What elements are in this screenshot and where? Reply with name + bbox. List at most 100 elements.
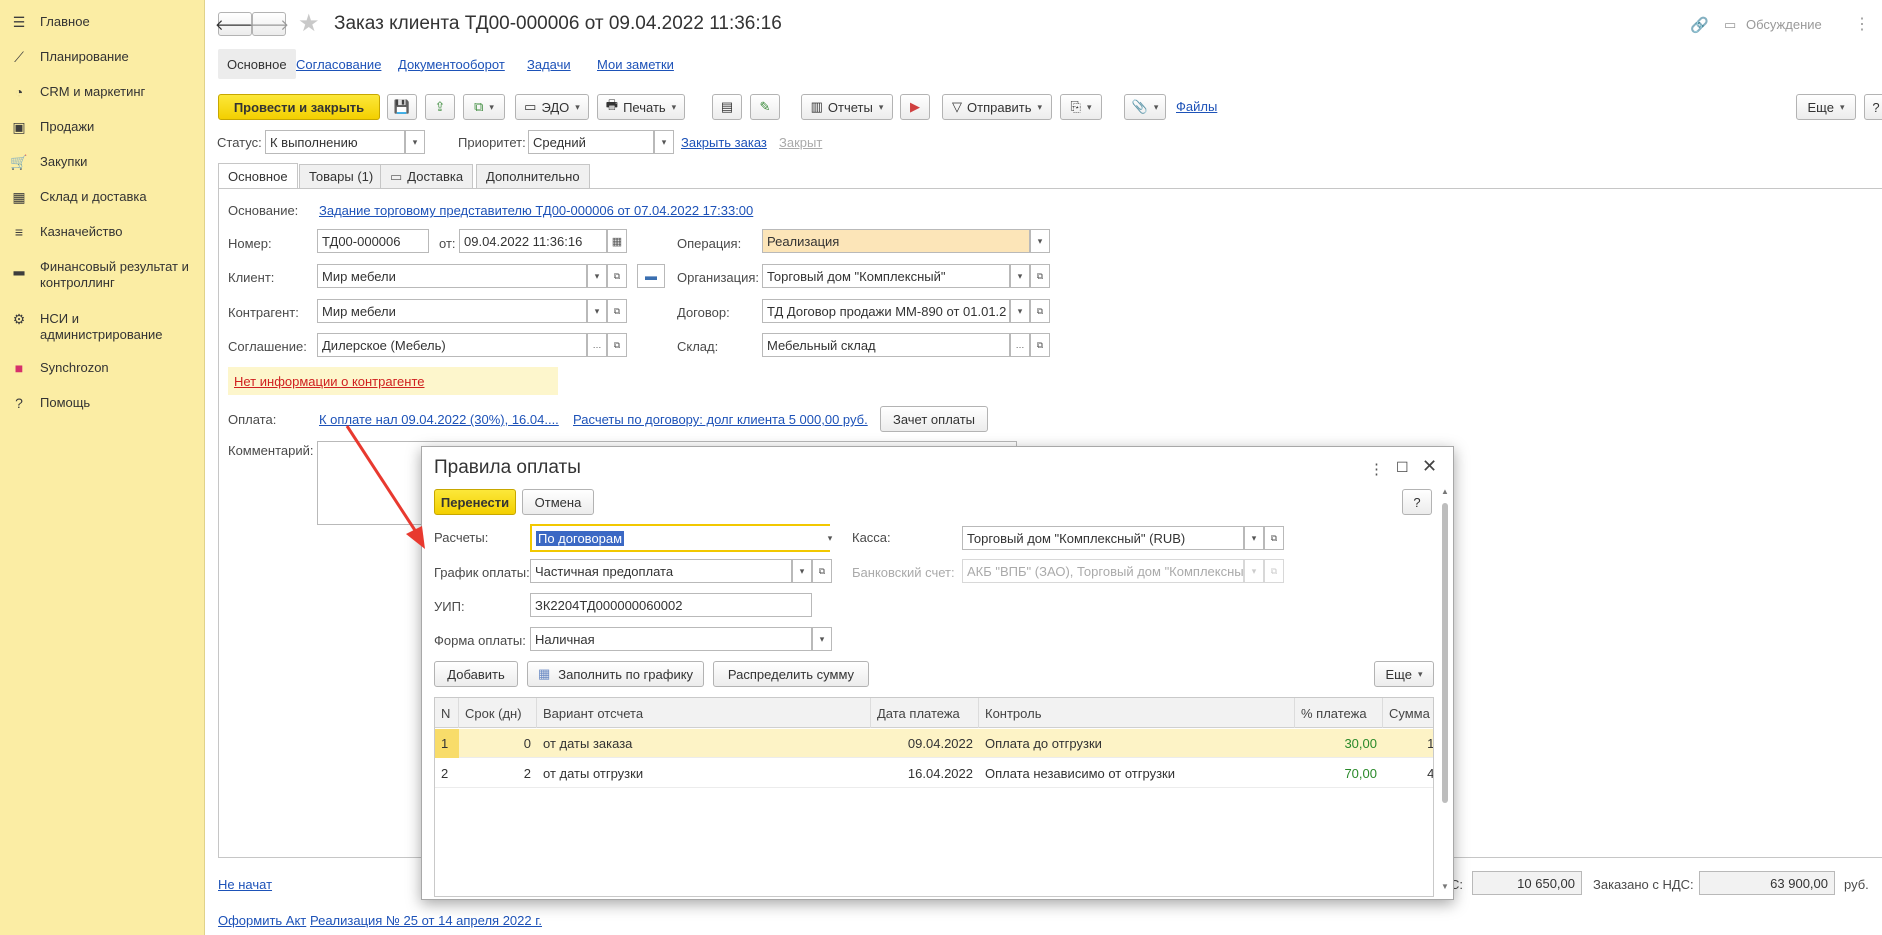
add-button[interactable]: Добавить: [434, 661, 518, 687]
sidebar-item-5[interactable]: 🛒 Закупки: [0, 154, 205, 170]
distribute-sum-button[interactable]: Распределить сумму: [713, 661, 869, 687]
calendar-icon[interactable]: ▦: [607, 229, 627, 253]
realization-link[interactable]: Реализация № 25 от 14 апреля 2022 г.: [310, 913, 542, 928]
back-button[interactable]: 🡐: [215, 12, 255, 36]
fill-by-schedule-button[interactable]: ▦ Заполнить по графику: [527, 661, 704, 687]
forward-button[interactable]: 🡒: [249, 12, 289, 36]
scroll-down-icon[interactable]: ▼: [1441, 882, 1449, 891]
status-select[interactable]: К выполнению: [265, 130, 405, 154]
column-header-6[interactable]: % платежа: [1295, 698, 1383, 728]
discussion-link[interactable]: Обсуждение: [1746, 17, 1822, 32]
nav-tab-1[interactable]: Основное: [218, 49, 296, 79]
sidebar-item-8[interactable]: ▂ Финансовый результат и контроллинг: [0, 259, 205, 291]
help-button[interactable]: ?: [1864, 94, 1882, 120]
client-open-icon[interactable]: ⧉: [607, 264, 627, 288]
settlements-dropdown-icon[interactable]: ▾: [820, 526, 840, 550]
date-field[interactable]: 09.04.2022 11:36:16: [459, 229, 607, 253]
sidebar-item-7[interactable]: ≡ Казначейство: [0, 224, 205, 240]
files-link[interactable]: Файлы: [1176, 99, 1217, 114]
run-icon[interactable]: ▶: [900, 94, 930, 120]
not-started-link[interactable]: Не начат: [218, 877, 272, 892]
operation-dropdown-icon[interactable]: ▾: [1030, 229, 1050, 253]
agreement-open-icon[interactable]: ⧉: [607, 333, 627, 357]
close-icon[interactable]: ✕: [1422, 456, 1437, 477]
reports-button[interactable]: ▥ Отчеты ▾: [801, 94, 893, 120]
settlements-link[interactable]: Расчеты по договору: долг клиента 5 000,…: [573, 412, 868, 427]
print-button[interactable]: 🖶 Печать ▾: [597, 94, 685, 120]
settlements-select[interactable]: По договорам: [530, 524, 830, 552]
save-icon[interactable]: 💾: [387, 94, 417, 120]
payment-form-dropdown-icon[interactable]: ▾: [812, 627, 832, 651]
tasks-button[interactable]: ⎘ ▾: [1060, 94, 1102, 120]
attach-button[interactable]: 📎 ▾: [1124, 94, 1166, 120]
form-tab-1[interactable]: Основное: [218, 163, 298, 188]
warehouse-open-icon[interactable]: ⧉: [1030, 333, 1050, 357]
cash-field[interactable]: Торговый дом "Комплексный" (RUB): [962, 526, 1244, 550]
send-button[interactable]: ▽ Отправить ▾: [942, 94, 1052, 120]
contract-open-icon[interactable]: ⧉: [1030, 299, 1050, 323]
cash-open-icon[interactable]: ⧉: [1264, 526, 1284, 550]
agreement-field[interactable]: Дилерское (Мебель): [317, 333, 587, 357]
dialog-scrollbar[interactable]: ▲ ▼: [1441, 487, 1449, 891]
post-icon[interactable]: ⇪: [425, 94, 455, 120]
form-tab-2[interactable]: Товары (1): [299, 164, 384, 188]
form-tab-3[interactable]: ▭ Доставка: [380, 164, 474, 188]
scroll-thumb[interactable]: [1442, 503, 1448, 803]
favorite-star-icon[interactable]: ★: [298, 9, 320, 38]
make-act-link[interactable]: Оформить Акт: [218, 913, 306, 928]
counterparty-open-icon[interactable]: ⧉: [607, 299, 627, 323]
dialog-more-button[interactable]: Еще ▾: [1374, 661, 1434, 687]
nav-tab-5[interactable]: Мои заметки: [597, 49, 674, 79]
agreement-select-icon[interactable]: …: [587, 333, 607, 357]
contract-dropdown-icon[interactable]: ▾: [1010, 299, 1030, 323]
sidebar-item-6[interactable]: ▦ Склад и доставка: [0, 189, 205, 205]
scroll-up-icon[interactable]: ▲: [1441, 487, 1449, 496]
nav-tab-2[interactable]: Согласование: [296, 49, 381, 79]
payment-form-field[interactable]: Наличная: [530, 627, 812, 651]
column-header-5[interactable]: Контроль: [979, 698, 1295, 728]
operation-select[interactable]: Реализация: [762, 229, 1030, 253]
no-info-link[interactable]: Нет информации о контрагенте: [234, 374, 425, 389]
sidebar-item-11[interactable]: ? Помощь: [0, 395, 205, 411]
sidebar-item-3[interactable]: ◔ CRM и маркетинг: [0, 84, 205, 100]
more-button[interactable]: Еще ▾: [1796, 94, 1856, 120]
payment-offset-button[interactable]: Зачет оплаты: [880, 406, 988, 432]
organization-dropdown-icon[interactable]: ▾: [1010, 264, 1030, 288]
form-tab-4[interactable]: Дополнительно: [476, 164, 590, 188]
column-header-7[interactable]: Сумма платежа: [1383, 698, 1433, 728]
warehouse-field[interactable]: Мебельный склад: [762, 333, 1010, 357]
column-header-3[interactable]: Вариант отсчета: [537, 698, 871, 728]
table-row[interactable]: 1 0 от даты заказа 09.04.2022 Оплата до отгр…: [435, 729, 1433, 758]
client-card-icon[interactable]: ▬: [637, 264, 665, 288]
contract-field[interactable]: ТД Договор продажи ММ-890 от 01.01.2: [762, 299, 1010, 323]
priority-dropdown-icon[interactable]: ▾: [654, 130, 674, 154]
link-icon[interactable]: 🔗: [1690, 16, 1709, 34]
sidebar-item-9[interactable]: ⚙ НСИ и администрирование: [0, 311, 205, 343]
edit-sign-icon[interactable]: ✎: [750, 94, 780, 120]
column-header-2[interactable]: Срок (дн): [459, 698, 537, 728]
counterparty-field[interactable]: Мир мебели: [317, 299, 587, 323]
close-order-link[interactable]: Закрыть заказ: [681, 135, 767, 150]
sidebar-item-1[interactable]: ☰ Главное: [0, 14, 205, 30]
payment-link[interactable]: К оплате нал 09.04.2022 (30%), 16.04....: [319, 412, 559, 427]
document-icon[interactable]: ▤: [712, 94, 742, 120]
warehouse-select-icon[interactable]: …: [1010, 333, 1030, 357]
cash-dropdown-icon[interactable]: ▾: [1244, 526, 1264, 550]
kebab-menu-icon[interactable]: ⋮: [1854, 14, 1870, 34]
cancel-button[interactable]: Отмена: [522, 489, 594, 515]
schedule-field[interactable]: Частичная предоплата: [530, 559, 792, 583]
sidebar-item-4[interactable]: ▣ Продажи: [0, 119, 205, 135]
number-field[interactable]: ТД00-000006: [317, 229, 429, 253]
column-header-4[interactable]: Дата платежа: [871, 698, 979, 728]
discussion-icon[interactable]: ▭: [1724, 17, 1736, 33]
uip-field[interactable]: ЗК2204ТД000000060002: [530, 593, 812, 617]
column-header-1[interactable]: N: [435, 698, 459, 728]
client-field[interactable]: Мир мебели: [317, 264, 587, 288]
nav-tab-3[interactable]: Документооборот: [398, 49, 505, 79]
schedule-dropdown-icon[interactable]: ▾: [792, 559, 812, 583]
status-dropdown-icon[interactable]: ▾: [405, 130, 425, 154]
sidebar-item-10[interactable]: ■ Synchrozon: [0, 360, 205, 376]
schedule-open-icon[interactable]: ⧉: [812, 559, 832, 583]
organization-field[interactable]: Торговый дом "Комплексный": [762, 264, 1010, 288]
nav-tab-4[interactable]: Задачи: [527, 49, 571, 79]
